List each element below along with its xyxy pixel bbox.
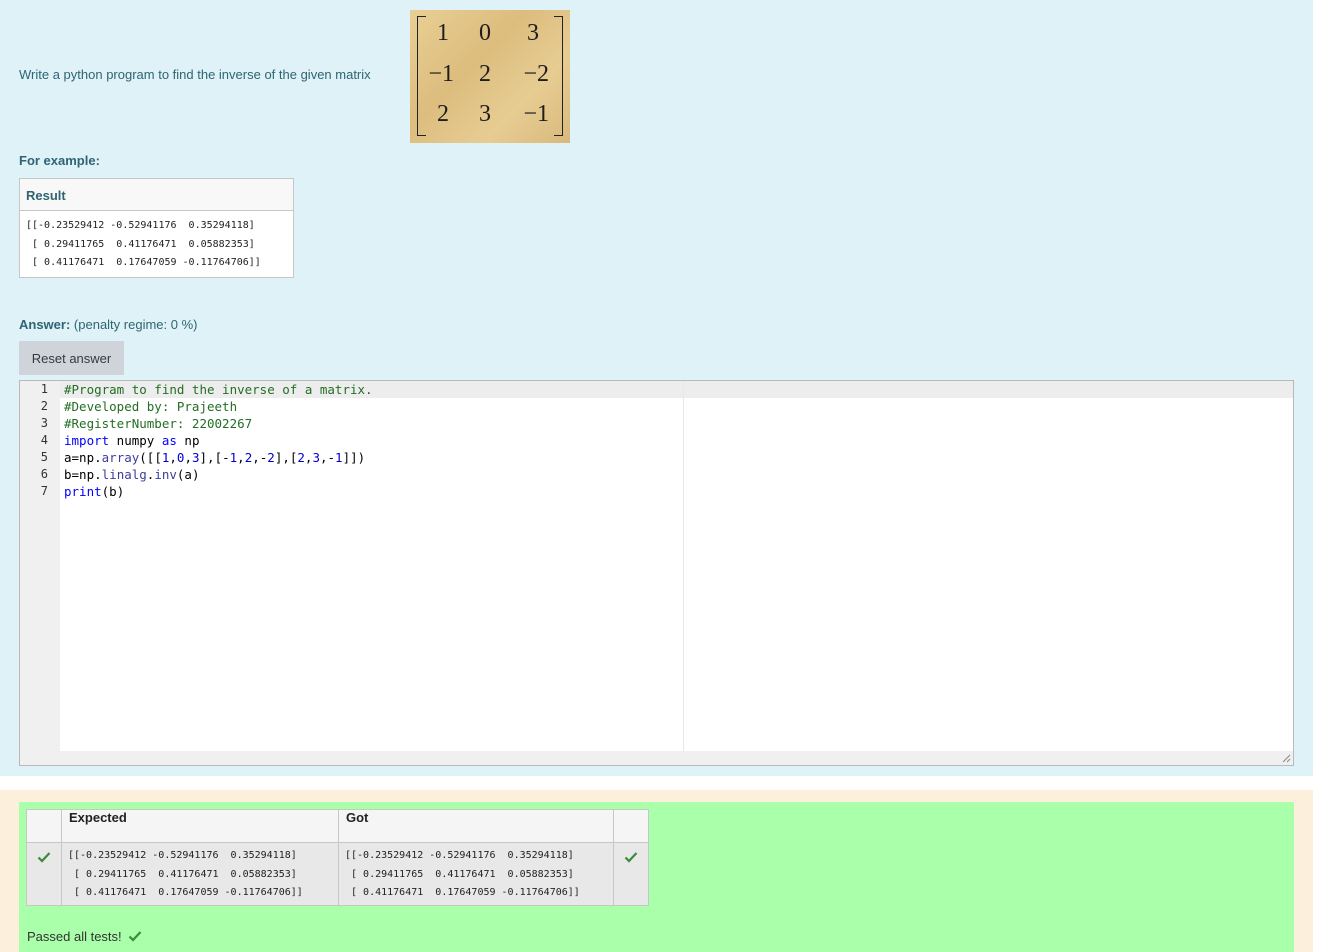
status-header — [26, 809, 62, 843]
line-number: 3 — [40, 416, 48, 430]
got-cell: [[-0.23529412 -0.52941176 0.35294118] [ … — [338, 842, 614, 906]
matrix-cell: −1 — [428, 61, 454, 87]
matrix-cell: 2 — [479, 61, 491, 87]
penalty-text: (penalty regime: 0 %) — [73, 317, 198, 332]
got-header: Got — [338, 809, 614, 843]
matrix-image: 1 0 3 −1 2 −2 2 3 −1 — [410, 10, 570, 143]
expected-header: Expected — [61, 809, 339, 843]
code-line[interactable]: #Program to find the inverse of a matrix… — [64, 381, 373, 398]
matrix-cell: 1 — [437, 20, 449, 46]
answer-label-text: Answer: — [19, 317, 71, 332]
row-status-cell — [26, 842, 62, 906]
checkmark-icon — [624, 852, 638, 863]
got-value: [[-0.23529412 -0.52941176 0.35294118] [ … — [345, 850, 580, 898]
code-line[interactable]: print(b) — [64, 483, 124, 500]
code-line[interactable]: a=np.array([[1,0,3],[-1,2,-2],[2,3,-1]]) — [64, 449, 365, 466]
table-row: [[-0.23529412 -0.52941176 0.35294118] [ … — [26, 842, 649, 906]
passed-message: Passed all tests! — [27, 929, 142, 944]
example-label: For example: — [19, 153, 100, 168]
matrix-cell: 2 — [437, 101, 449, 127]
code-line[interactable]: b=np.linalg.inv(a) — [64, 466, 199, 483]
result-cell: [[-0.23529412 -0.52941176 0.35294118] [ … — [20, 211, 294, 278]
result-value: [[-0.23529412 -0.52941176 0.35294118] [ … — [26, 220, 261, 268]
code-editor[interactable]: 1 2 3 4 5 6 7 #Program to find the inver… — [19, 380, 1294, 766]
code-line[interactable]: import numpy as np — [64, 432, 199, 449]
matrix-right-bracket — [554, 16, 563, 136]
matrix-cell: 0 — [479, 20, 491, 46]
reset-answer-button[interactable]: Reset answer — [19, 341, 124, 375]
checkmark-icon — [37, 852, 51, 863]
test-results-panel: Expected Got [[-0.23529412 -0.52941176 0… — [19, 802, 1294, 952]
line-number: 7 — [40, 484, 48, 498]
line-number: 2 — [40, 399, 48, 413]
result-header: Result — [19, 178, 294, 211]
resize-handle-icon[interactable] — [1281, 753, 1291, 763]
code-line[interactable]: #RegisterNumber: 22002267 — [64, 415, 252, 432]
expected-value: [[-0.23529412 -0.52941176 0.35294118] [ … — [68, 850, 303, 898]
status-header — [613, 809, 649, 843]
editor-bottom-bar — [20, 751, 1293, 765]
question-text: Write a python program to find the inver… — [19, 67, 371, 82]
example-table: Result [[-0.23529412 -0.52941176 0.35294… — [19, 178, 294, 278]
expected-cell: [[-0.23529412 -0.52941176 0.35294118] [ … — [61, 842, 339, 906]
line-number: 5 — [40, 450, 48, 464]
code-line[interactable]: #Developed by: Prajeeth — [64, 398, 237, 415]
matrix-cell: 3 — [527, 20, 539, 46]
test-results-table: Expected Got [[-0.23529412 -0.52941176 0… — [26, 809, 649, 906]
matrix-cell: −1 — [523, 101, 549, 127]
answer-label: Answer: (penalty regime: 0 %) — [19, 317, 197, 332]
line-number: 1 — [40, 382, 48, 396]
line-number: 4 — [40, 433, 48, 447]
outcome-panel: Expected Got [[-0.23529412 -0.52941176 0… — [0, 790, 1313, 952]
matrix-cell: −2 — [523, 61, 549, 87]
line-number-gutter: 1 2 3 4 5 6 7 — [20, 381, 60, 751]
checkmark-icon — [129, 931, 142, 942]
matrix-cell: 3 — [479, 101, 491, 127]
line-number: 6 — [40, 467, 48, 481]
question-panel: Write a python program to find the inver… — [0, 0, 1313, 776]
row-status-cell — [613, 842, 649, 906]
code-area[interactable]: #Program to find the inverse of a matrix… — [60, 381, 1293, 751]
passed-text: Passed all tests! — [27, 929, 122, 944]
print-margin — [683, 381, 684, 751]
